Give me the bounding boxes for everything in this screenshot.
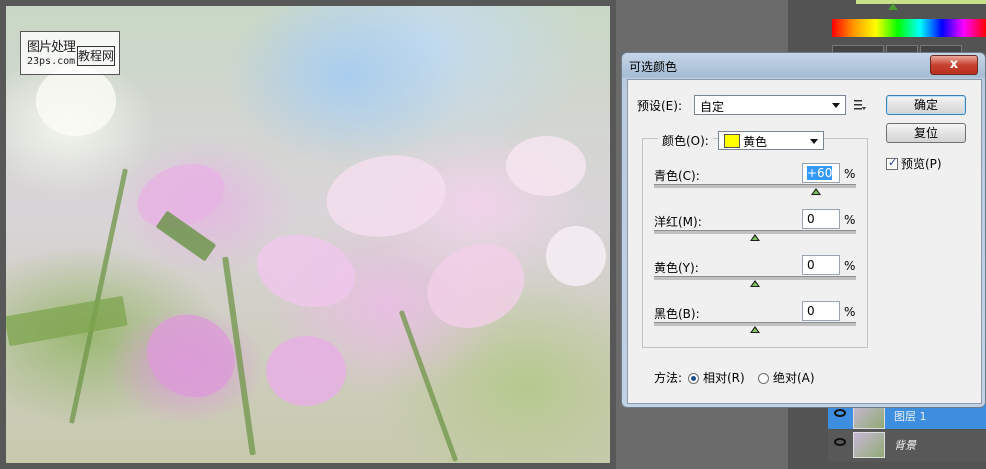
yellow-value: 0 bbox=[807, 258, 815, 272]
preset-value: 自定 bbox=[700, 100, 725, 114]
cyan-label: 青色(C): bbox=[654, 169, 700, 183]
preset-select[interactable]: 自定 bbox=[694, 95, 846, 115]
watermark-url: 23ps.com bbox=[27, 56, 76, 67]
ok-button[interactable]: 确定 bbox=[886, 95, 966, 115]
selective-color-dialog: 可选颜色 x 预设(E): 自定 确定 复位 预览(P) 颜色(O): 黄色 青… bbox=[621, 52, 986, 408]
magenta-input[interactable]: 0 bbox=[802, 209, 840, 229]
magenta-value: 0 bbox=[807, 212, 815, 226]
yellow-swatch-icon bbox=[724, 134, 740, 148]
close-button[interactable]: x bbox=[930, 55, 978, 75]
absolute-label: 绝对(A) bbox=[773, 371, 815, 385]
yellow-input[interactable]: 0 bbox=[802, 255, 840, 275]
preview-checkbox[interactable]: 预览(P) bbox=[886, 155, 942, 172]
yellow-label: 黄色(Y): bbox=[654, 261, 699, 275]
dialog-title: 可选颜色 bbox=[629, 60, 678, 74]
panel-slider-track[interactable] bbox=[856, 0, 986, 4]
black-input[interactable]: 0 bbox=[802, 301, 840, 321]
flower-photo: 图片处理 教程网 23ps.com bbox=[6, 6, 610, 463]
method-label: 方法: bbox=[654, 371, 683, 385]
petal-shape bbox=[506, 136, 586, 196]
checkbox-box[interactable] bbox=[886, 156, 898, 170]
magenta-slider-thumb[interactable] bbox=[750, 234, 760, 241]
colors-row: 颜色(O): bbox=[658, 132, 713, 149]
cyan-slider-thumb[interactable] bbox=[810, 188, 821, 195]
colors-select[interactable]: 黄色 bbox=[718, 131, 824, 150]
leaf-shape bbox=[6, 295, 128, 347]
black-slider-thumb[interactable] bbox=[750, 326, 760, 333]
watermark-text: 图片处理 bbox=[27, 40, 76, 55]
document-canvas[interactable]: 图片处理 教程网 23ps.com bbox=[0, 0, 616, 469]
petal-shape bbox=[36, 66, 116, 136]
petal-shape bbox=[546, 226, 606, 286]
percent-label: % bbox=[844, 213, 856, 227]
percent-label: % bbox=[844, 167, 856, 181]
layer-row[interactable]: 背景 bbox=[828, 430, 986, 462]
panel-slider-thumb[interactable] bbox=[888, 3, 898, 10]
petal-shape bbox=[266, 336, 346, 406]
layer-name: 图层 1 bbox=[894, 410, 927, 423]
relative-radio[interactable]: 相对(R) bbox=[688, 369, 745, 386]
black-label: 黑色(B): bbox=[654, 307, 700, 321]
radio-selected-icon[interactable] bbox=[688, 373, 699, 384]
magenta-label: 洋红(M): bbox=[654, 215, 702, 229]
site-watermark: 图片处理 教程网 23ps.com bbox=[20, 31, 120, 75]
layer-name: 背景 bbox=[894, 439, 916, 452]
eye-icon[interactable] bbox=[834, 438, 846, 446]
black-value: 0 bbox=[807, 304, 815, 318]
yellow-slider-thumb[interactable] bbox=[750, 280, 760, 287]
petal-shape bbox=[319, 146, 453, 246]
colors-value: 黄色 bbox=[743, 135, 768, 149]
preset-label: 预设(E): bbox=[637, 99, 682, 113]
relative-label: 相对(R) bbox=[703, 371, 745, 385]
petal-shape bbox=[248, 224, 364, 318]
layer-thumbnail bbox=[853, 432, 885, 458]
reset-button[interactable]: 复位 bbox=[886, 123, 966, 143]
eye-icon[interactable] bbox=[834, 409, 846, 417]
cyan-input[interactable]: +60 bbox=[802, 163, 840, 183]
absolute-radio[interactable]: 绝对(A) bbox=[758, 369, 815, 386]
percent-label: % bbox=[844, 259, 856, 273]
cyan-value: +60 bbox=[807, 166, 833, 180]
radio-unselected-icon[interactable] bbox=[758, 373, 769, 384]
watermark-seal: 教程网 bbox=[77, 46, 115, 66]
percent-label: % bbox=[844, 305, 856, 319]
petal-shape bbox=[413, 228, 539, 344]
cyan-slider-track[interactable] bbox=[654, 184, 856, 188]
chevron-down-icon bbox=[832, 103, 840, 108]
preview-label: 预览(P) bbox=[901, 157, 942, 171]
list-menu-icon[interactable] bbox=[854, 99, 866, 111]
stem-shape bbox=[398, 309, 459, 463]
dialog-body: 预设(E): 自定 确定 复位 预览(P) 颜色(O): 黄色 青色(C): +… bbox=[627, 79, 982, 404]
chevron-down-icon bbox=[810, 139, 818, 144]
color-ramp[interactable] bbox=[832, 19, 986, 37]
colors-label: 颜色(O): bbox=[662, 134, 709, 148]
